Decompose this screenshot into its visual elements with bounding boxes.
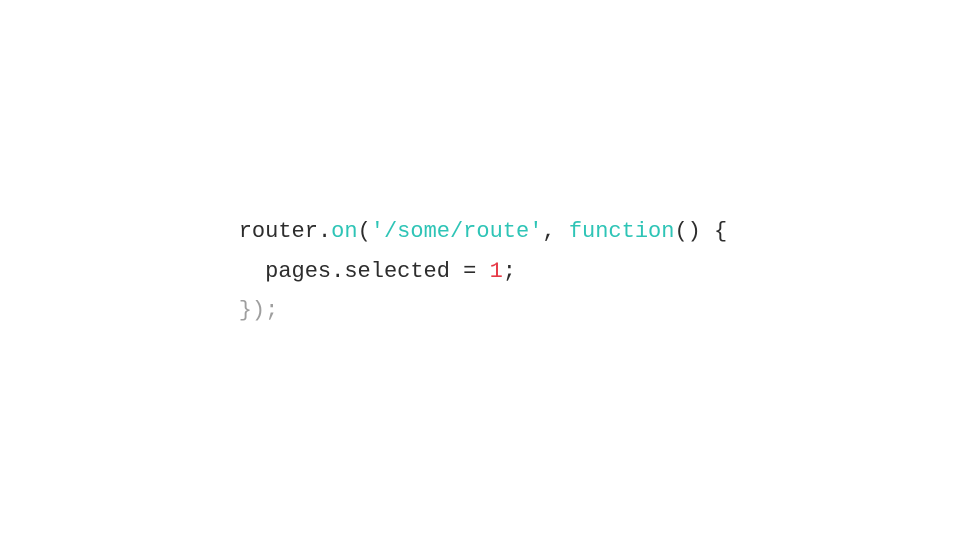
code-token-on: on (331, 212, 357, 252)
code-token-dot2: . (331, 252, 344, 292)
code-token-router: router (239, 212, 318, 252)
code-block: router.on('/some/route', function() { pa… (199, 192, 768, 351)
code-line-2: pages.selected = 1; (239, 252, 728, 292)
code-token-func-parens: () { (674, 212, 727, 252)
code-token-route-string: '/some/route' (371, 212, 543, 252)
code-token-closing: }); (239, 291, 279, 331)
code-token-paren-open: ( (358, 212, 371, 252)
code-indent (239, 252, 265, 292)
code-line-3: }); (239, 291, 728, 331)
code-token-dot1: . (318, 212, 331, 252)
code-line-1: router.on('/some/route', function() { (239, 212, 728, 252)
code-token-semicolon1: ; (503, 252, 516, 292)
code-token-function: function (569, 212, 675, 252)
code-token-pages: pages (265, 252, 331, 292)
code-token-value-1: 1 (490, 252, 503, 292)
code-token-equals: = (450, 252, 490, 292)
code-token-comma: , (542, 212, 568, 252)
code-token-selected: selected (344, 252, 450, 292)
